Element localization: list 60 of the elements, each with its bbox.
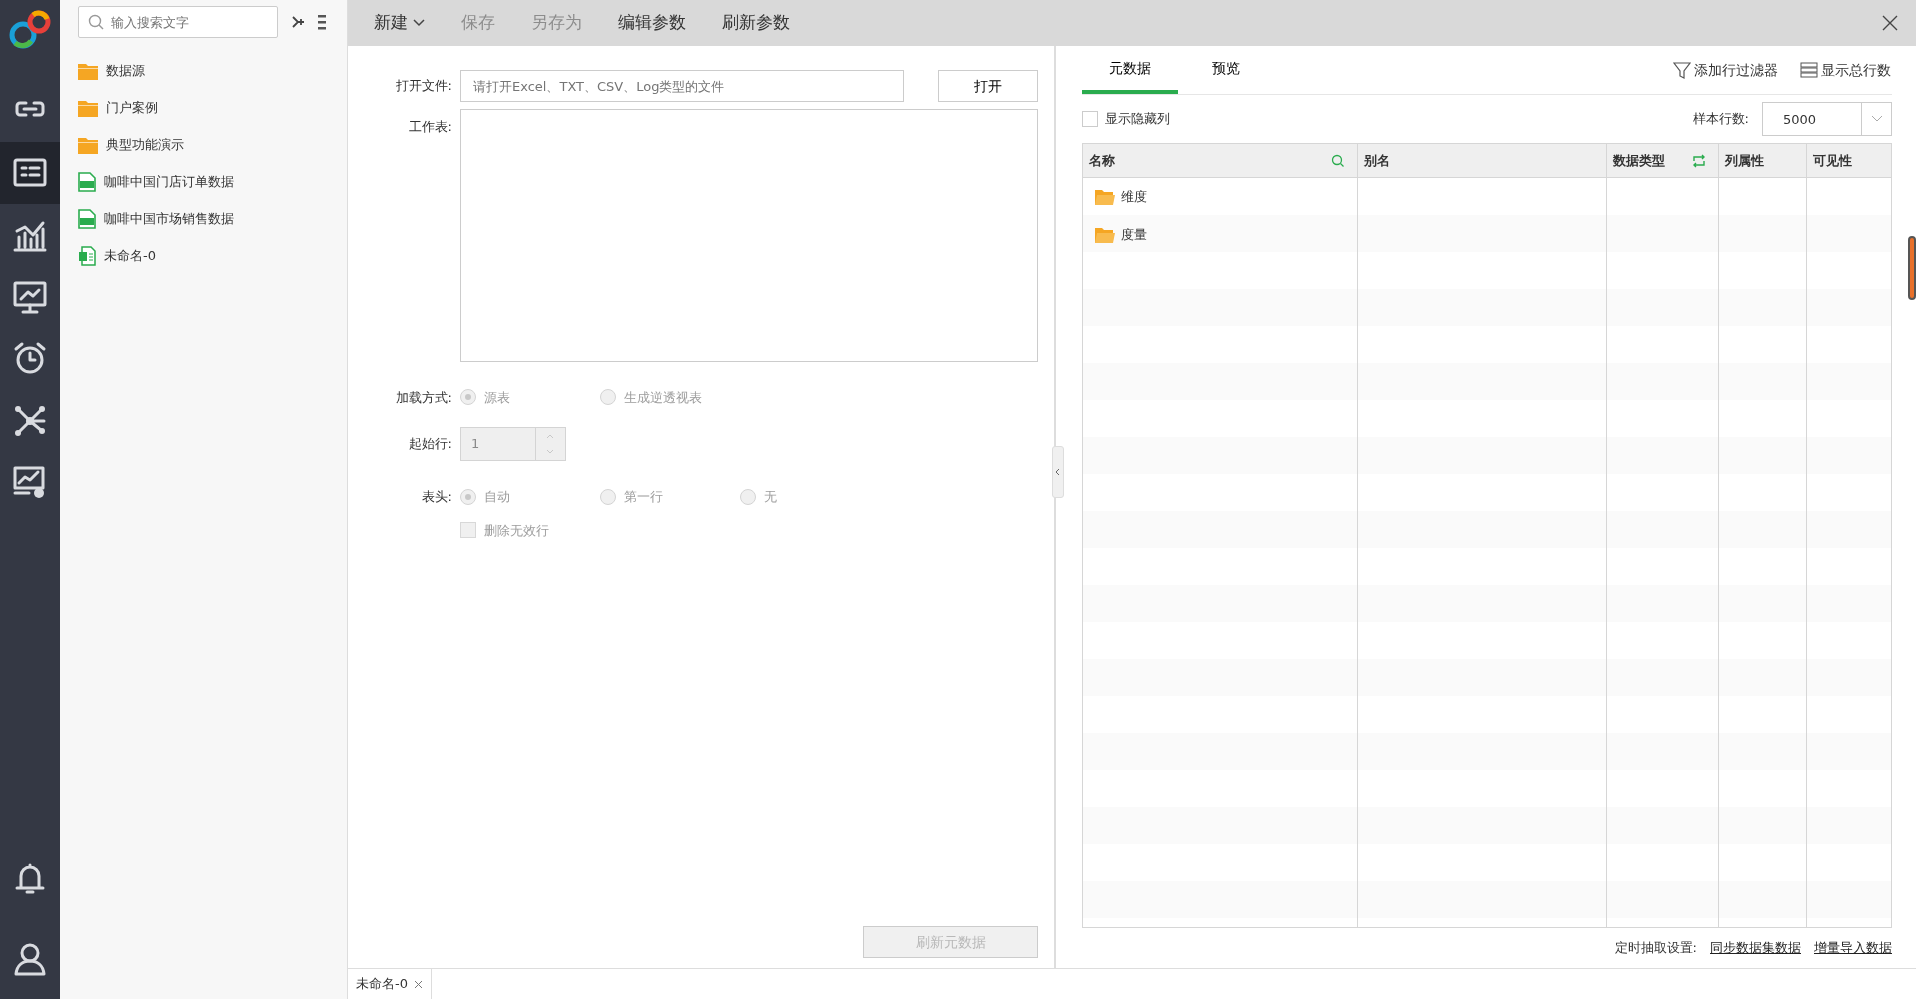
search-field[interactable]: 输入搜索文字 <box>78 6 278 38</box>
tree-item[interactable]: 咖啡中国市场销售数据 <box>60 200 347 237</box>
sql-file-icon <box>78 171 96 192</box>
column-header[interactable]: 列属性 <box>1719 144 1806 178</box>
column-header[interactable]: 数据类型 <box>1607 144 1718 178</box>
checkbox-option[interactable]: 显示隐藏列 <box>1082 109 1170 129</box>
tab[interactable]: 元数据 <box>1082 46 1178 94</box>
form-label: 加载方式: <box>394 388 453 407</box>
search-icon <box>88 14 104 30</box>
column-header[interactable]: 名称 <box>1083 144 1357 178</box>
tree-item[interactable]: 数据源 <box>60 52 347 89</box>
sql-file-icon <box>78 208 96 229</box>
field-label: 定时抽取设置: <box>1614 939 1697 958</box>
column-header[interactable]: 可见性 <box>1807 144 1891 178</box>
collapse-handle[interactable] <box>1052 446 1064 498</box>
menu-icon[interactable] <box>318 14 326 30</box>
form-label: 起始行: <box>407 435 453 454</box>
tree-item[interactable]: 未命名-0 <box>60 237 347 274</box>
tree-item[interactable]: 维度 <box>1083 178 1357 216</box>
caret-icon <box>1870 115 1883 123</box>
column-header[interactable]: 别名 <box>1358 144 1606 178</box>
monitor-gear-icon <box>12 465 48 501</box>
close-icon[interactable] <box>413 979 423 989</box>
presentation-icon <box>12 279 48 315</box>
caret-icon <box>413 19 426 28</box>
network-icon <box>12 403 48 439</box>
tree-item[interactable]: 门户案例 <box>60 89 347 126</box>
swap-icon[interactable] <box>1692 153 1706 168</box>
filter-icon <box>1673 61 1691 79</box>
folder-icon <box>78 61 98 80</box>
toolbar-button[interactable]: 刷新参数 <box>710 10 803 36</box>
toolbar-button[interactable]: 编辑参数 <box>606 10 699 36</box>
link[interactable]: 增量导入数据 <box>1814 938 1892 958</box>
toolbar-button[interactable]: 添加行过滤器 <box>1672 58 1780 82</box>
form-label: 表头: <box>420 488 453 506</box>
tree-item[interactable]: 典型功能演示 <box>60 126 347 163</box>
scrollbar[interactable] <box>1908 236 1916 300</box>
form-label: 工作表: <box>407 117 453 136</box>
toolbar-button[interactable]: 新建 <box>362 10 438 36</box>
sort-icon[interactable] <box>291 14 305 30</box>
folder-icon <box>78 135 98 154</box>
open-button[interactable]: 打开 <box>938 70 1038 102</box>
folder-icon <box>78 98 98 117</box>
form-label: 打开文件: <box>394 77 453 96</box>
file-path-field[interactable]: 请打开Excel、TXT、CSV、Log类型的文件 <box>460 70 904 102</box>
toolbar-button[interactable]: 显示总行数 <box>1798 58 1892 82</box>
search-icon[interactable] <box>1331 153 1345 168</box>
user-icon[interactable] <box>12 941 48 977</box>
folder-icon <box>1095 227 1115 243</box>
link[interactable]: 同步数据集数据 <box>1710 938 1801 958</box>
field-label: 样本行数: <box>1692 110 1749 129</box>
close-icon[interactable] <box>1882 15 1898 31</box>
tab[interactable]: 预览 <box>1178 46 1274 94</box>
spreadsheet-icon <box>78 245 96 266</box>
sample-rows-dropdown[interactable]: 5000 <box>1762 102 1892 136</box>
folder-icon <box>1095 189 1115 205</box>
tree-item[interactable]: 咖啡中国门店订单数据 <box>60 163 347 200</box>
tree-item[interactable]: 度量 <box>1083 216 1357 254</box>
nav-tab[interactable] <box>0 142 60 204</box>
rows-icon <box>1799 61 1818 79</box>
